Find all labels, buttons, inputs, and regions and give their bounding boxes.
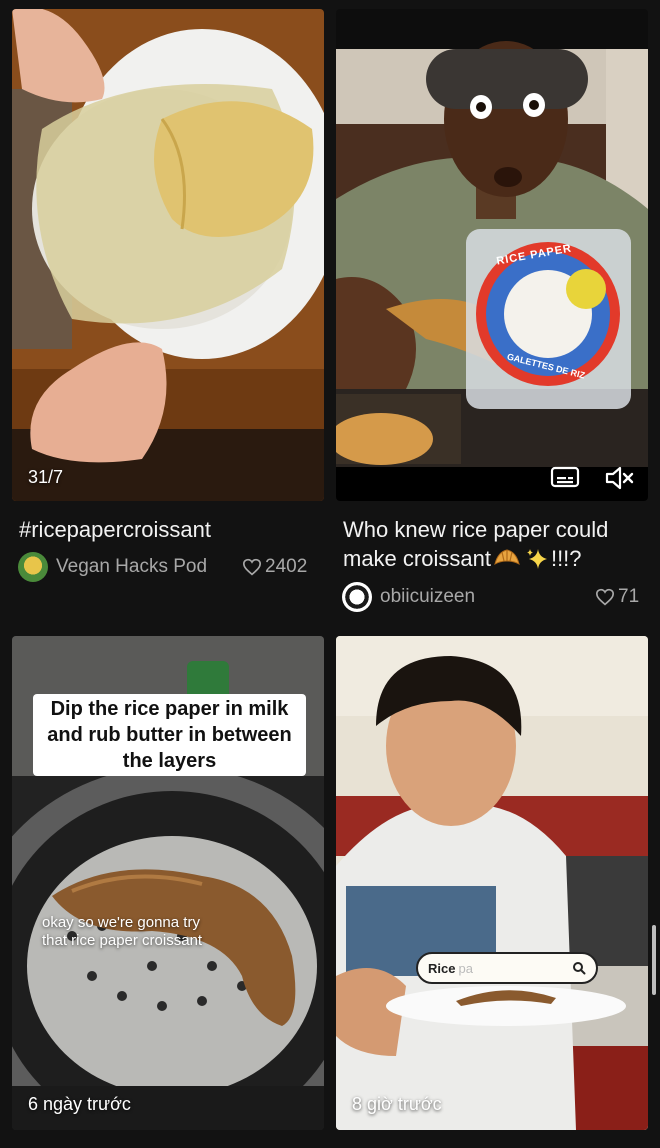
like-count: 71 bbox=[595, 586, 639, 608]
video-thumbnail[interactable]: Dip the rice paper in milk and rub butte… bbox=[12, 636, 324, 1130]
search-bar-text: Rice bbox=[428, 960, 456, 976]
video-title-line-1: Who knew rice paper could bbox=[343, 517, 609, 542]
subtitle-line: that rice paper croissant bbox=[42, 932, 203, 949]
heart-icon bbox=[242, 558, 262, 576]
scrollbar[interactable] bbox=[652, 925, 656, 995]
author-name[interactable]: Vegan Hacks Pod bbox=[56, 556, 207, 578]
avatar[interactable] bbox=[18, 552, 48, 582]
video-thumbnail[interactable]: Rice pa 8 giờ trước bbox=[336, 636, 648, 1130]
captions-icon[interactable] bbox=[550, 465, 580, 489]
author-name[interactable]: obiicuizeen bbox=[380, 586, 475, 608]
mute-icon[interactable] bbox=[604, 465, 636, 491]
video-thumbnail[interactable]: RICE PAPER GALETTES DE RIZ bbox=[336, 9, 648, 501]
sparkles-emoji bbox=[526, 548, 547, 569]
video-title-line-2: make croissant !!!? bbox=[343, 544, 653, 573]
video-caption: Dip the rice paper in milk and rub butte… bbox=[33, 694, 306, 776]
like-count-value: 2402 bbox=[265, 556, 308, 577]
author-row[interactable]: obiicuizeen bbox=[342, 582, 475, 612]
video-date: 6 ngày trước bbox=[28, 1094, 131, 1114]
video-title-text: make croissant bbox=[343, 546, 491, 571]
search-icon bbox=[573, 962, 586, 975]
video-date: 31/7 bbox=[28, 467, 64, 487]
video-title-tail: !!!? bbox=[550, 546, 582, 571]
subtitle-line: okay so we're gonna try bbox=[42, 914, 200, 931]
video-card-4[interactable]: Rice pa 8 giờ trước bbox=[336, 636, 648, 1130]
video-subtitle: okay so we're gonna try that rice paper … bbox=[42, 914, 202, 950]
like-count-value: 71 bbox=[618, 586, 640, 607]
search-bar-ghost: pa bbox=[458, 960, 473, 976]
thumbnail-image bbox=[12, 9, 324, 501]
caption-line: Dip the rice paper in milk bbox=[50, 698, 289, 720]
avatar[interactable] bbox=[342, 582, 372, 612]
video-title[interactable]: #ricepapercroissant bbox=[19, 515, 211, 544]
video-title[interactable]: Who knew rice paper could make croissant… bbox=[343, 515, 653, 573]
video-card-2[interactable]: RICE PAPER GALETTES DE RIZ Who knew rice… bbox=[336, 9, 648, 612]
thumbnail-image bbox=[336, 9, 648, 501]
like-count: 2402 bbox=[242, 556, 307, 578]
croissant-emoji bbox=[494, 548, 520, 565]
video-card-3[interactable]: Dip the rice paper in milk and rub butte… bbox=[12, 636, 324, 1130]
caption-line: the layers bbox=[122, 750, 217, 772]
thumbnail-image bbox=[336, 636, 648, 1130]
video-date: 8 giờ trước bbox=[352, 1094, 442, 1114]
search-bar: Rice pa bbox=[416, 952, 598, 984]
caption-line: and rub butter in between bbox=[47, 724, 292, 746]
author-row[interactable]: Vegan Hacks Pod bbox=[18, 552, 207, 582]
video-thumbnail[interactable]: 31/7 bbox=[12, 9, 324, 501]
video-card-1[interactable]: 31/7 #ricepapercroissant Vegan Hacks Pod… bbox=[12, 9, 324, 582]
heart-icon bbox=[595, 588, 615, 606]
